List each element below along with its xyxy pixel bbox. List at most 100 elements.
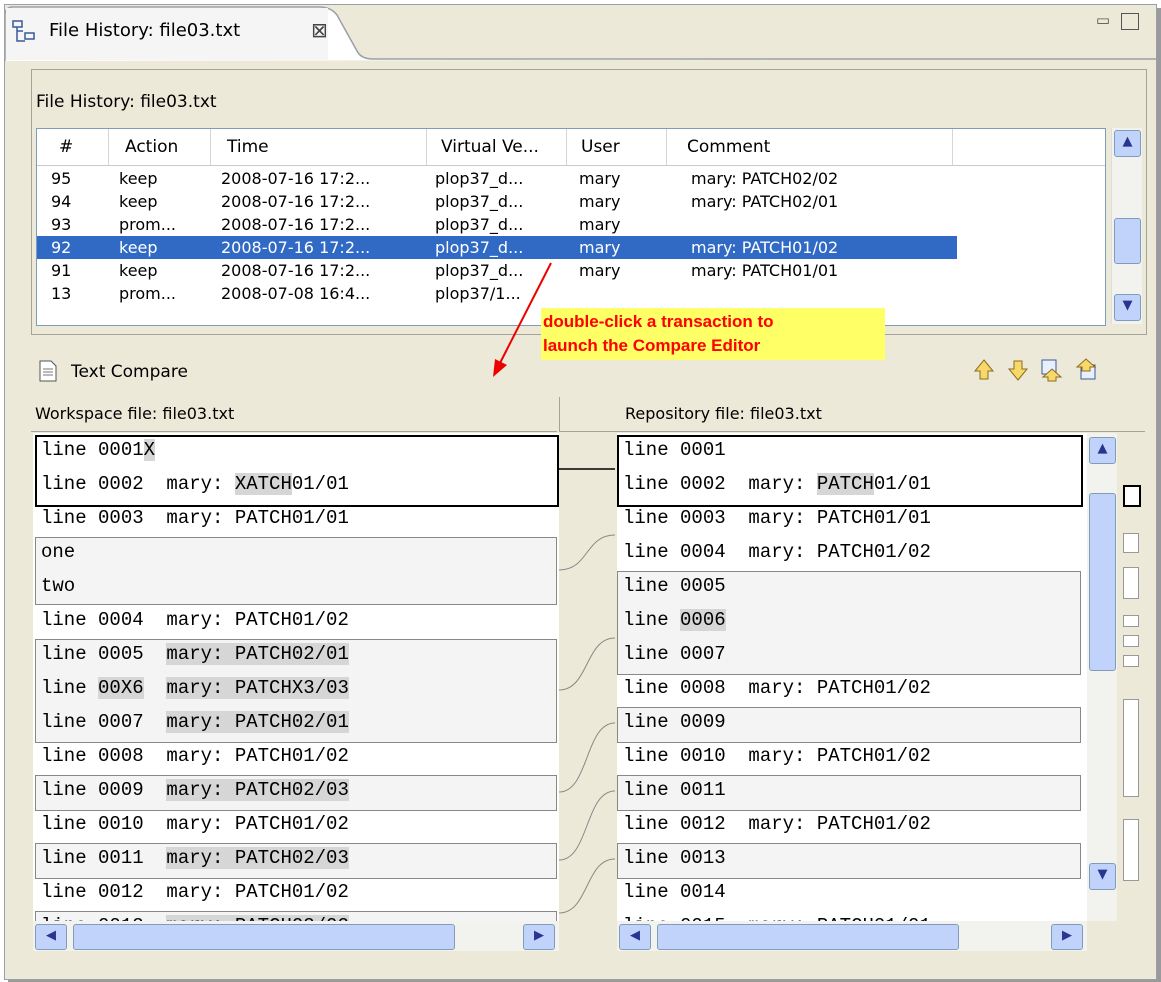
column-header-user[interactable]: User [567,129,667,165]
cell-time: 2008-07-16 17:2... [221,215,371,234]
annotation-line-1: double-click a transaction to [543,312,774,331]
table-row[interactable]: 95 keep 2008-07-16 17:2... plop37_d... mary m… [37,167,1105,190]
table-row[interactable]: 92 keep 2008-07-16 17:2... plop37_d... mary m… [37,236,957,259]
scroll-thumb[interactable] [73,924,455,950]
code-line: line 0009 mary: PATCH02/03 [41,773,349,807]
history-vertical-scrollbar[interactable]: ▲ ▼ [1111,128,1142,324]
code-segment: line 0008 mary: PATCH01/02 [623,677,931,699]
code-segment: two [41,575,76,597]
code-line: line 0010 mary: PATCH01/02 [623,739,931,773]
code-line: line 0015 mary: PATCH01/01 [623,909,931,921]
history-title: File History: file03.txt [36,92,217,112]
code-line: line 0002 mary: PATCH01/01 [623,467,931,501]
diff-connectors [558,468,616,914]
editor-tab[interactable]: File History: file03.txt ⊠ [4,5,1159,61]
tab-title: File History: file03.txt [49,20,241,41]
scroll-up-icon[interactable]: ▲ [1114,130,1141,157]
cell-action: keep [119,192,158,211]
code-segment: line 0003 mary: PATCH01/01 [623,507,931,529]
table-header: # Action Time Virtual Ve... User Comment [37,129,1105,166]
scroll-down-icon[interactable]: ▼ [1114,294,1141,321]
cell-number: 93 [51,215,72,234]
column-header-number[interactable]: # [37,129,109,165]
repository-text-pane[interactable]: line 0001 line 0002 mary: PATCH01/01 line … [617,433,1087,921]
code-line: line 0011 [623,773,726,807]
code-line: line 0007 mary: PATCH02/01 [41,705,349,739]
code-segment: line 0010 mary: PATCH01/02 [623,745,931,767]
code-segment: line 0007 [623,643,726,665]
code-segment: line 0001 [623,439,726,461]
scroll-right-icon[interactable]: ▶ [523,924,555,950]
code-segment: line 0002 mary: [41,473,235,495]
cell-user: mary [579,238,621,257]
code-segment: X [143,439,156,461]
scroll-right-icon[interactable]: ▶ [1051,924,1083,950]
column-header-time[interactable]: Time [211,129,427,165]
code-line: line 0009 [623,705,726,739]
overview-marker[interactable] [1123,615,1139,627]
table-row[interactable]: 93 prom... 2008-07-16 17:2... plop37_d... ma… [37,213,1105,236]
cell-comment: mary: PATCH02/02 [691,169,839,188]
compare-vertical-scrollbar[interactable]: ▲ ▼ [1087,433,1117,921]
code-line: line 0014 [623,875,726,909]
cell-time: 2008-07-16 17:2... [221,238,371,257]
overview-marker[interactable] [1123,655,1139,667]
cell-user: mary [579,215,621,234]
repository-horizontal-scrollbar[interactable]: ◀ ▶ [617,921,1087,951]
column-header-virtual-version[interactable]: Virtual Ve... [427,129,567,165]
column-header-comment[interactable]: Comment [667,129,953,165]
previous-change-icon[interactable] [1073,357,1099,383]
scroll-thumb[interactable] [1114,218,1141,264]
file-history-editor: File History: file03.txt ⊠ ▭ File Histor… [4,4,1159,980]
code-segment: line [623,609,681,631]
table-row[interactable]: 13 prom... 2008-07-08 16:4... plop37/1... [37,282,1105,305]
code-segment: line [41,677,99,699]
cell-virtual-version: plop37_d... [435,169,524,188]
cell-number: 94 [51,192,72,211]
overview-marker[interactable] [1123,485,1141,507]
cell-user: mary [579,192,621,211]
workspace-text-pane[interactable]: line 0001X line 0002 mary: XATCH01/01 line… [33,433,559,921]
code-segment: line 0009 [41,779,167,801]
code-line: two [41,569,75,603]
scroll-up-icon[interactable]: ▲ [1089,437,1116,464]
overview-marker[interactable] [1123,819,1139,881]
previous-difference-icon[interactable] [1005,357,1031,383]
diff-gutter [558,433,616,921]
code-segment: line 0010 mary: PATCH01/02 [41,813,349,835]
minimize-icon[interactable]: ▭ [1093,11,1113,29]
overview-marker[interactable] [1123,699,1139,797]
cell-number: 92 [51,238,72,257]
code-segment: line 0013 [623,847,726,869]
code-line: line 0003 mary: PATCH01/01 [41,501,349,535]
cell-comment [691,213,951,236]
scroll-left-icon[interactable]: ◀ [35,924,67,950]
code-line: line 0002 mary: XATCH01/01 [41,467,349,501]
workspace-horizontal-scrollbar[interactable]: ◀ ▶ [33,921,559,951]
scroll-thumb[interactable] [1089,493,1116,671]
overview-marker[interactable] [1123,533,1139,553]
maximize-icon[interactable] [1121,13,1139,30]
cell-comment: mary: PATCH01/02 [691,238,839,257]
cell-action: keep [119,238,158,257]
code-segment: line 0014 [623,881,726,903]
overview-marker[interactable] [1123,635,1139,647]
code-line: line 0012 mary: PATCH01/02 [623,807,931,841]
table-row[interactable]: 91 keep 2008-07-16 17:2... plop37_d... mary m… [37,259,1105,282]
next-change-icon[interactable] [1039,357,1065,383]
table-row[interactable]: 94 keep 2008-07-16 17:2... plop37_d... mary m… [37,190,1105,213]
scroll-left-icon[interactable]: ◀ [619,924,651,950]
history-icon [12,20,35,42]
scroll-thumb[interactable] [657,924,959,950]
overview-marker[interactable] [1123,567,1139,599]
diff-overview-ruler[interactable] [1119,485,1145,915]
diff-block[interactable] [35,537,557,605]
column-header-action[interactable]: Action [109,129,211,165]
close-tab-icon[interactable]: ⊠ [311,18,328,42]
next-difference-icon[interactable] [971,357,997,383]
code-line: line 0008 mary: PATCH01/02 [623,671,931,705]
code-line: line 0005 [623,569,726,603]
cell-number: 13 [51,284,72,303]
code-segment: mary: PATCH02/03 [166,847,349,869]
scroll-down-icon[interactable]: ▼ [1089,863,1116,890]
